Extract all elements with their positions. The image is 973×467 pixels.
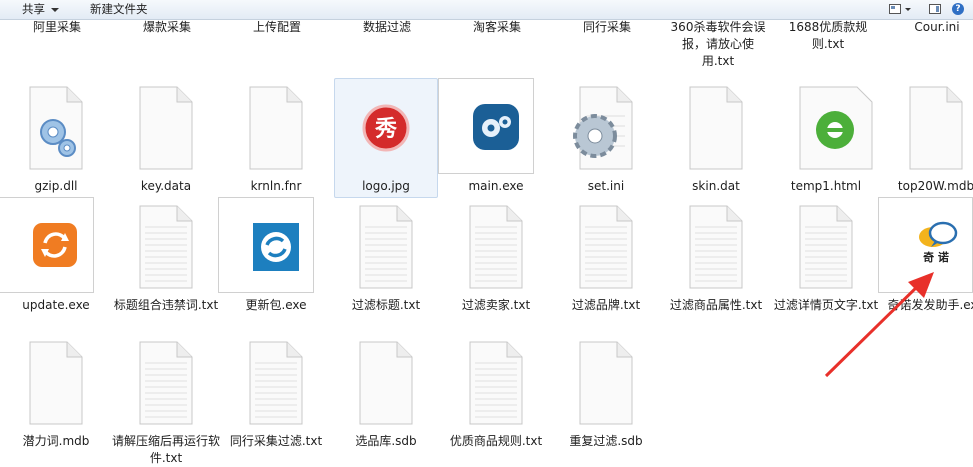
blank-file-icon [673, 82, 759, 174]
share-label: 共享 [22, 2, 45, 16]
file-name: 重复过滤.sdb [569, 434, 643, 448]
text-file-icon [123, 201, 209, 293]
dll-gears-icon [13, 82, 99, 174]
file-name: 更新包.exe [245, 298, 307, 312]
file-label[interactable]: Cour.ini [888, 19, 973, 36]
file-name: set.ini [587, 179, 625, 193]
view-options-icon [889, 4, 901, 14]
text-file-icon [453, 337, 539, 429]
file-label[interactable]: 爆款采集 [118, 19, 216, 36]
help-button[interactable]: ? [951, 2, 967, 17]
file-name: key.data [140, 179, 192, 193]
settings-gear-icon [563, 82, 649, 174]
text-file-icon [563, 201, 649, 293]
file-name: main.exe [468, 179, 524, 193]
file-name: krnln.fnr [250, 179, 302, 193]
file-name: temp1.html [790, 179, 862, 193]
preview-pane-icon [929, 4, 941, 14]
file-name: 过滤卖家.txt [461, 298, 531, 312]
update-refresh-icon [13, 201, 99, 293]
blank-file-icon [123, 82, 209, 174]
text-file-icon [673, 201, 759, 293]
file-name: 同行采集过滤.txt [229, 434, 323, 448]
help-icon: ? [952, 3, 964, 15]
file-label[interactable]: 1688优质款规则.txt [776, 19, 880, 53]
file-label[interactable]: 同行采集 [558, 19, 656, 36]
preview-pane-button[interactable] [927, 2, 943, 17]
svg-text:秀: 秀 [374, 117, 397, 142]
text-file-icon [123, 337, 209, 429]
file-label[interactable]: 360杀毒软件会误报，请放心使用.txt [666, 19, 770, 70]
file-name: top20W.mdb [897, 179, 973, 193]
file-label[interactable]: 淘客采集 [448, 19, 546, 36]
file-name: 过滤商品属性.txt [669, 298, 763, 312]
text-file-icon [233, 337, 319, 429]
chevron-down-icon [51, 7, 59, 12]
annotation-arrow-icon [824, 272, 934, 378]
ie-html-icon [783, 82, 873, 174]
file-name: 优质商品规则.txt [449, 434, 543, 448]
view-options-button[interactable] [887, 2, 915, 17]
qinuo-logo-text: 奇 诺 [923, 251, 949, 264]
blank-file-icon [233, 82, 319, 174]
text-file-icon [453, 201, 539, 293]
file-name: update.exe [22, 298, 90, 312]
file-name: 标题组合违禁词.txt [113, 298, 219, 312]
blank-file-icon [13, 337, 99, 429]
file-name: 请解压缩后再运行软件.txt [111, 434, 220, 465]
file-label[interactable]: 阿里采集 [8, 19, 106, 36]
blank-file-icon [343, 337, 429, 429]
file-name: logo.jpg [362, 179, 410, 193]
new-folder-button[interactable]: 新建文件夹 [88, 1, 150, 18]
chevron-down-icon [905, 8, 911, 11]
command-bar: 共享 新建文件夹 ? [0, 0, 973, 20]
update-package-icon [233, 201, 319, 293]
blank-file-icon [893, 82, 973, 174]
main-app-icon [453, 82, 539, 174]
file-name: 选品库.sdb [355, 434, 417, 448]
file-label[interactable]: 数据过滤 [338, 19, 436, 36]
xiu-logo-icon: 秀 [343, 82, 429, 174]
file-label[interactable]: 上传配置 [228, 19, 326, 36]
file-name: 潜力词.mdb [22, 434, 90, 448]
file-name: skin.dat [692, 179, 740, 193]
file-name: 过滤标题.txt [351, 298, 421, 312]
text-file-icon [343, 201, 429, 293]
file-name: gzip.dll [34, 179, 78, 193]
share-menu-button[interactable]: 共享 [20, 1, 61, 18]
file-name: 过滤品牌.txt [571, 298, 641, 312]
blank-file-icon [563, 337, 649, 429]
